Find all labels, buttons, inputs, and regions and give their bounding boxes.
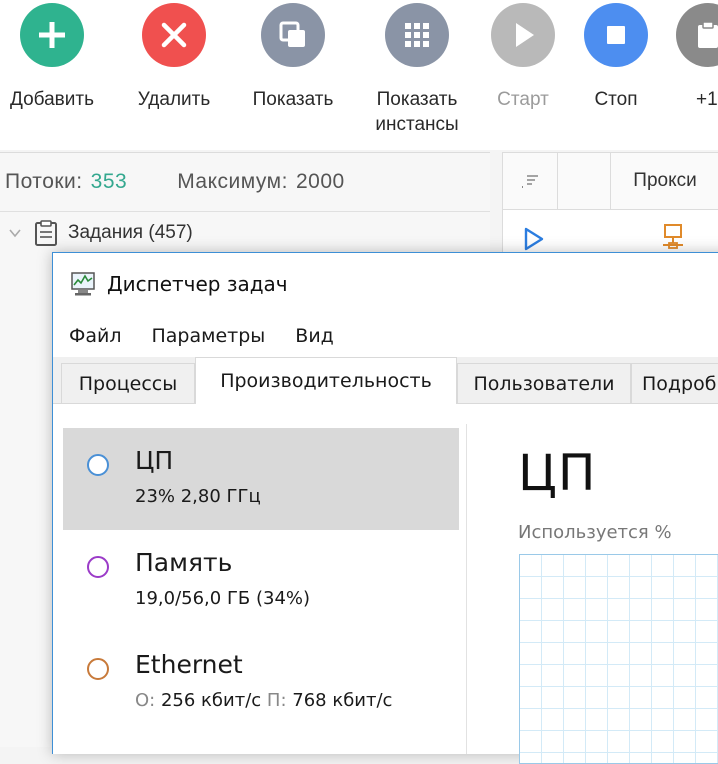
stop-icon: [584, 3, 648, 67]
sort-column-header[interactable]: [503, 153, 558, 209]
add-button-label: Добавить: [10, 89, 94, 110]
more-button[interactable]: +1: [656, 0, 718, 150]
chevron-down-icon[interactable]: [8, 226, 22, 240]
send-value: 256 кбит/с: [160, 690, 262, 711]
stop-button[interactable]: Стоп: [561, 0, 671, 150]
ethernet-ring-icon: [87, 658, 109, 680]
threads-value: 353: [90, 170, 128, 193]
stop-button-label: Стоп: [594, 89, 638, 110]
resource-detail: 23% 2,80 ГГц: [135, 486, 261, 507]
performance-panel: ЦП 23% 2,80 ГГц Память 19,0/56,0 ГБ (34%…: [53, 404, 718, 764]
play-icon[interactable]: [523, 227, 545, 251]
threads-label: Потоки:: [5, 170, 83, 193]
network-icon: [663, 224, 683, 249]
menu-view[interactable]: Вид: [295, 325, 334, 347]
receive-label: П:: [266, 690, 287, 711]
cpu-ring-icon: [87, 454, 109, 476]
delete-button-label: Удалить: [137, 89, 211, 110]
resource-detail: О: 256 кбит/с П: 768 кбит/с: [135, 690, 392, 711]
threads-bar: Потоки: 353 Максимум: 2000: [0, 153, 490, 212]
tasks-label: Задания (457): [68, 222, 193, 243]
window-title: Диспетчер задач: [107, 272, 288, 296]
tab-details[interactable]: Подробности: [631, 363, 718, 403]
resource-name: Память: [135, 548, 233, 577]
proxy-column-header[interactable]: Прокси: [611, 153, 718, 209]
sort-icon: [522, 175, 538, 188]
copy-icon: [261, 3, 325, 67]
resource-ethernet[interactable]: Ethernet О: 256 кбит/с П: 768 кбит/с: [63, 632, 459, 734]
resource-memory[interactable]: Память 19,0/56,0 ГБ (34%): [63, 530, 459, 632]
menu-options[interactable]: Параметры: [152, 325, 266, 347]
resource-name: Ethernet: [135, 650, 243, 679]
cpu-usage-graph: [519, 554, 718, 764]
clipboard-icon: [676, 3, 718, 67]
cpu-usage-label: Используется %: [518, 522, 672, 543]
table-header: Прокси: [503, 153, 718, 210]
show-button[interactable]: Показать: [238, 0, 348, 150]
show-button-label: Показать: [252, 89, 334, 110]
resource-name: ЦП: [135, 446, 174, 475]
show-instances-button[interactable]: Показать инстансы: [362, 0, 472, 150]
window-title-bar[interactable]: Диспетчер задач: [53, 253, 718, 315]
resource-list: ЦП 23% 2,80 ГГц Память 19,0/56,0 ГБ (34%…: [63, 428, 459, 734]
menu-file[interactable]: Файл: [69, 325, 122, 347]
tasks-tree-row[interactable]: Задания (457): [0, 213, 490, 253]
receive-value: 768 кбит/с: [292, 690, 393, 711]
tab-processes[interactable]: Процессы: [61, 363, 195, 403]
add-button[interactable]: Добавить: [0, 0, 107, 150]
send-label: О:: [135, 690, 156, 711]
resource-detail: 19,0/56,0 ГБ (34%): [135, 588, 311, 609]
panel-divider: [466, 424, 467, 754]
max-threads-label: Максимум:: [177, 170, 288, 193]
max-threads-value[interactable]: 2000: [296, 170, 345, 194]
cpu-heading: ЦП: [518, 444, 597, 502]
delete-button[interactable]: Удалить: [119, 0, 229, 150]
menu-bar: Файл Параметры Вид: [53, 315, 718, 357]
task-manager-app-icon: [71, 272, 95, 296]
grid-icon: [385, 3, 449, 67]
play-icon: [491, 3, 555, 67]
start-button-label: Старт: [497, 89, 549, 110]
tab-strip: Процессы Производительность Пользователи…: [53, 357, 718, 404]
show-instances-button-label: Показать инстансы: [375, 89, 459, 135]
toolbar: Добавить Удалить Показать Показать инста…: [0, 0, 718, 150]
tab-users[interactable]: Пользователи: [457, 363, 631, 403]
clipboard-icon: [35, 220, 57, 246]
resource-cpu[interactable]: ЦП 23% 2,80 ГГц: [63, 428, 459, 530]
status-column-header[interactable]: [558, 153, 611, 209]
plus-icon: [20, 3, 84, 67]
task-manager-window: Диспетчер задач Файл Параметры Вид Проце…: [52, 252, 718, 764]
more-button-label: +1: [696, 89, 718, 110]
memory-ring-icon: [87, 556, 109, 578]
tab-performance[interactable]: Производительность: [195, 357, 457, 404]
close-icon: [142, 3, 206, 67]
